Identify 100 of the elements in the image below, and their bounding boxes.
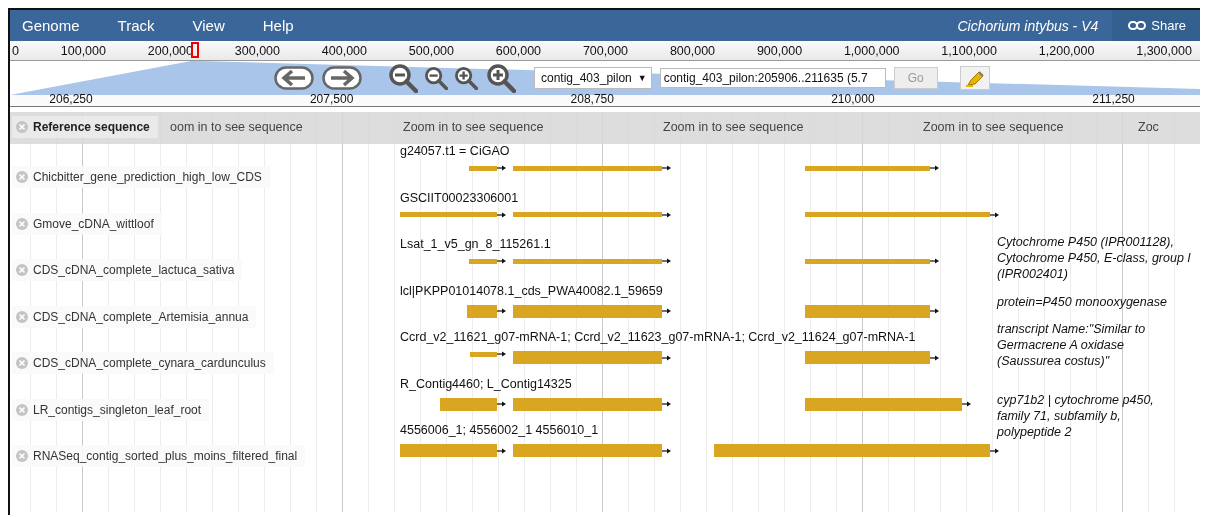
ruler-label: 1,200,000	[1038, 43, 1095, 58]
close-icon[interactable]	[16, 171, 28, 183]
zoom-in-icon[interactable]	[454, 66, 478, 90]
feature-bar[interactable]	[469, 258, 497, 264]
close-icon[interactable]	[16, 357, 28, 369]
feature-bar[interactable]	[513, 397, 662, 411]
sequence-message: Zoom in to see sequence	[403, 120, 544, 134]
menu-item[interactable]: Genome	[10, 17, 93, 34]
feature-bar[interactable]	[804, 397, 962, 411]
strand-arrow-icon	[961, 401, 971, 407]
track-name: RNASeq_contig_sorted_plus_moins_filtered_final	[33, 449, 298, 463]
feature-bar[interactable]	[470, 351, 497, 357]
close-icon[interactable]	[16, 121, 28, 133]
sequence-message: Zoom in to see sequence	[663, 120, 804, 134]
feature-bar[interactable]	[804, 165, 930, 171]
zoom-out-icon[interactable]	[424, 66, 448, 90]
feature-bar[interactable]	[513, 258, 662, 264]
feature-name: R_Contig4460; L_Contig14325	[400, 376, 572, 391]
annotation-note: cyp71b2 | cytochrome p450, family 71, subfamily b, polypeptide 2	[997, 392, 1155, 440]
ruler-label: 800,000	[669, 43, 716, 58]
sequence-message: Zoom in to see sequence	[923, 120, 1064, 134]
feature-name: lcl|PKPP01014078.1_cds_PWA40082.1_59659	[400, 283, 663, 298]
track-name: Gmove_cDNA_wittloof	[33, 216, 154, 231]
close-icon[interactable]	[16, 310, 28, 323]
feature-name: Ccrd_v2_11621_g07-mRNA-1; Ccrd_v2_11623_g07-mRNA-1; Ccrd_v2_11624_g07-mRNA-1	[400, 330, 916, 344]
menu-item[interactable]: Help	[249, 17, 307, 34]
strand-arrow-icon	[930, 308, 939, 314]
annotation-note: transcript Name:"Similar to Germacrene A oxidase (Saussurea costus)"	[997, 321, 1147, 369]
track-label[interactable]: LR_contigs_singleton_leaf_root	[12, 398, 210, 421]
highlight-button[interactable]	[959, 66, 990, 90]
track-label[interactable]: Reference sequence	[12, 116, 158, 138]
strand-arrow-icon	[661, 401, 671, 407]
ruler-label: 100,000	[60, 43, 106, 58]
menu-item[interactable]: View	[179, 17, 238, 34]
ruler-label: 1,100,000	[941, 43, 997, 58]
track-label[interactable]: CDS_cDNA_complete_cynara_cardunculus	[12, 352, 274, 374]
track-name: CDS_cDNA_complete_cynara_cardunculus	[33, 356, 266, 370]
strand-arrow-icon	[496, 401, 506, 407]
dataset-title: Cichorium intybus - V4	[957, 17, 1099, 34]
ruler-label: 600,000	[495, 43, 542, 58]
close-icon[interactable]	[16, 450, 28, 462]
strand-arrow-icon	[496, 258, 506, 264]
zoom-in-icon[interactable]	[486, 63, 516, 93]
strand-arrow-icon	[661, 258, 671, 264]
strand-arrow-icon	[989, 211, 999, 218]
sequence-message: Zoc	[1138, 120, 1159, 134]
strand-arrow-icon	[496, 211, 506, 218]
strand-arrow-icon	[496, 308, 506, 314]
strand-arrow-icon	[930, 258, 939, 264]
strand-arrow-icon	[496, 447, 506, 454]
close-icon[interactable]	[16, 264, 28, 276]
ruler-label: 1,300,000	[1136, 43, 1192, 58]
zoom-out-icon[interactable]	[388, 63, 418, 93]
strand-arrow-icon	[661, 165, 671, 171]
ruler-label: 0	[12, 43, 19, 58]
ruler-label: 300,000	[234, 43, 280, 58]
feature-bar[interactable]	[467, 304, 497, 318]
track-label[interactable]: CDS_cDNA_complete_lactuca_sativa	[12, 259, 243, 281]
strand-arrow-icon	[989, 447, 999, 454]
ruler-label: 207,500	[309, 93, 354, 106]
pan-left-button[interactable]	[274, 66, 314, 90]
ruler-label: 400,000	[321, 43, 367, 58]
track-name: CDS_cDNA_complete_Artemisia_annua	[33, 309, 249, 324]
highlighter-icon	[964, 69, 985, 87]
strand-arrow-icon	[496, 165, 506, 171]
feature-bar[interactable]	[513, 304, 662, 318]
feature-bar[interactable]	[440, 397, 497, 411]
strand-arrow-icon	[661, 354, 671, 361]
feature-bar[interactable]	[804, 304, 930, 318]
location-field[interactable]: contig_403_pilon:205906..211635 (5.7	[659, 68, 886, 88]
annotation-note: protein=P450 monooxygenase	[997, 294, 1168, 310]
track-label[interactable]: CDS_cDNA_complete_Artemisia_annua	[12, 305, 257, 328]
ruler-label: 700,000	[582, 43, 629, 58]
ruler-label: 1,000,000	[843, 43, 900, 58]
strand-arrow-icon	[930, 165, 939, 171]
strand-arrow-icon	[661, 308, 671, 314]
feature-bar[interactable]	[804, 258, 930, 264]
ruler-label: 208,750	[570, 93, 614, 106]
track-name: Chicbitter_gene_prediction_high_low_CDS	[33, 170, 262, 184]
track-label[interactable]: Gmove_cDNA_wittloof	[12, 212, 162, 235]
share-button[interactable]: Share	[1112, 10, 1200, 41]
track-name: LR_contigs_singleton_leaf_root	[33, 402, 202, 417]
strand-arrow-icon	[496, 351, 506, 357]
pan-right-button[interactable]	[322, 66, 362, 90]
feature-name: g24057.t1 = CiGAO	[400, 144, 510, 158]
close-icon[interactable]	[16, 217, 28, 230]
feature-bar[interactable]	[513, 165, 662, 171]
annotation-note: Cytochrome P450 (IPR001128), Cytochrome P450, E-class, group I (IPR002401)	[997, 234, 1192, 282]
reference-dropdown[interactable]: contig_403_pilon ▼	[534, 67, 652, 89]
view-position-marker	[191, 42, 199, 58]
sequence-message: oom in to see sequence	[170, 120, 303, 134]
feature-bar[interactable]	[469, 165, 497, 171]
ruler-label: 500,000	[408, 43, 455, 58]
track-name: Reference sequence	[33, 120, 150, 134]
menu-item[interactable]: Track	[104, 17, 168, 34]
strand-arrow-icon	[661, 211, 671, 218]
close-icon[interactable]	[16, 403, 28, 416]
track-label[interactable]: Chicbitter_gene_prediction_high_low_CDS	[12, 166, 270, 188]
track-label[interactable]: RNASeq_contig_sorted_plus_moins_filtered_final	[12, 445, 306, 467]
link-icon	[1128, 21, 1147, 30]
